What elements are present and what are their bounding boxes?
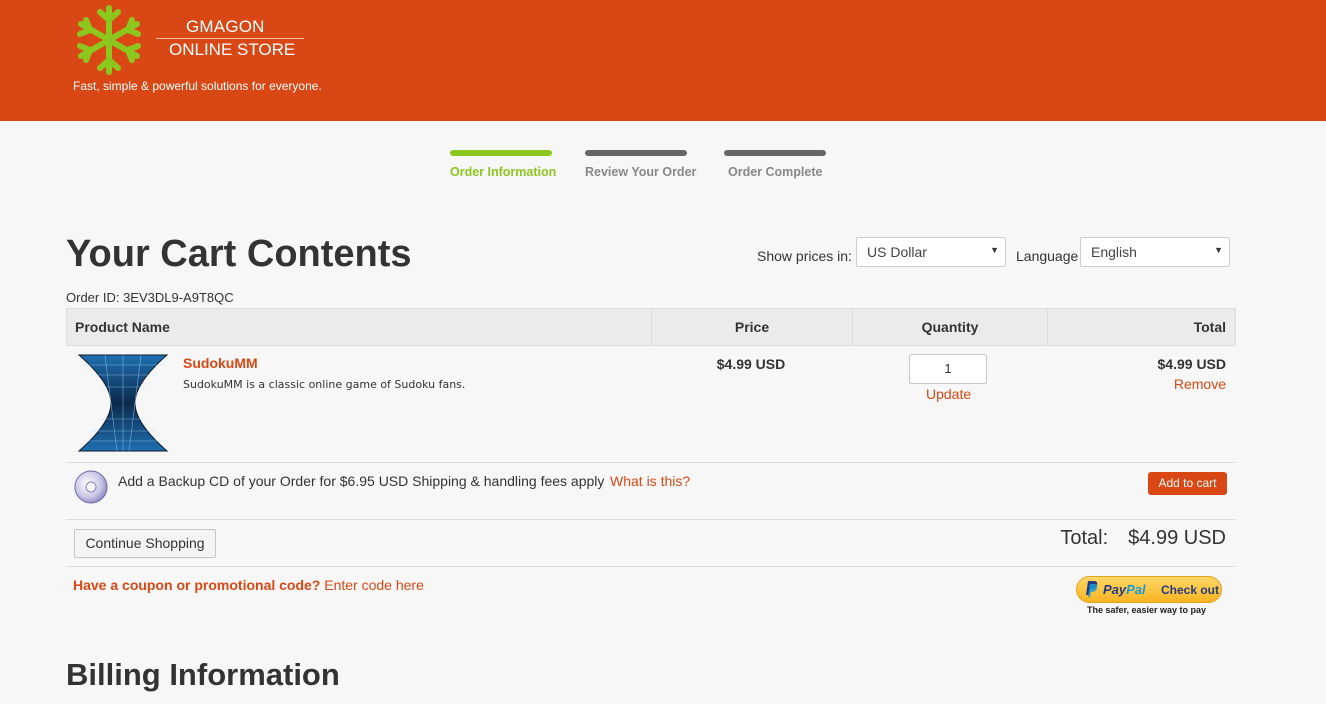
update-link[interactable]: Update: [926, 386, 971, 402]
row-divider: [66, 566, 1236, 567]
step-bar: [724, 150, 826, 156]
step-label: Order Complete: [728, 165, 823, 179]
currency-select[interactable]: US Dollar ▼: [856, 237, 1006, 267]
what-is-this-link[interactable]: What is this?: [610, 473, 690, 489]
order-id: Order ID: 3EV3DL9-A9T8QC: [66, 290, 234, 305]
currency-label: Show prices in:: [757, 248, 852, 264]
caret-down-icon: ▼: [990, 245, 999, 255]
col-divider: [1047, 309, 1048, 345]
grand-total: Total: $4.99 USD: [1060, 527, 1226, 550]
backup-cd-text: Add a Backup CD of your Order for $6.95 …: [118, 473, 605, 489]
page-title: Your Cart Contents: [66, 233, 412, 275]
paypal-pay: Pay: [1103, 582, 1127, 597]
add-to-cart-button[interactable]: Add to cart: [1148, 472, 1227, 495]
col-quantity: Quantity: [921, 319, 979, 335]
step-label: Review Your Order: [585, 165, 697, 179]
row-divider: [66, 519, 1236, 520]
paypal-checkout-button[interactable]: PayPal Check out: [1076, 576, 1222, 603]
brand-tagline: Fast, simple & powerful solutions for ev…: [73, 79, 322, 93]
language-value: English: [1091, 244, 1137, 260]
coupon-row: Have a coupon or promotional code? Enter…: [73, 577, 424, 593]
step-bar: [585, 150, 687, 156]
quantity-input[interactable]: 1: [909, 354, 987, 384]
product-price: $4.99 USD: [716, 356, 786, 372]
grand-total-value: $4.99 USD: [1128, 527, 1226, 549]
product-thumbnail[interactable]: [77, 353, 169, 453]
product-description: SudokuMM is a classic online game of Sud…: [183, 378, 466, 391]
product-name-link[interactable]: SudokuMM: [183, 355, 258, 371]
cart-table-header: Product Name Price Quantity Total: [66, 308, 1236, 346]
paypal-pal: Pal: [1126, 582, 1146, 597]
language-label: Language: [1016, 248, 1079, 264]
site-header: GMAGON ONLINE STORE Fast, simple & power…: [0, 0, 1326, 121]
brand-name-line2: ONLINE STORE: [169, 40, 296, 59]
grand-total-label: Total:: [1060, 527, 1109, 549]
paypal-checkout-label: Check out: [1161, 583, 1220, 597]
step-label: Order Information: [450, 165, 557, 179]
paypal-tagline: The safer, easier way to pay: [1087, 605, 1207, 615]
enter-code-link[interactable]: Enter code here: [324, 577, 424, 593]
brand-divider: [156, 38, 304, 39]
currency-value: US Dollar: [867, 244, 927, 260]
paypal-logo-icon: [1086, 581, 1098, 597]
billing-title: Billing Information: [66, 657, 340, 692]
col-product-name: Product Name: [75, 319, 170, 335]
col-price: Price: [734, 319, 770, 335]
brand-name-line1: GMAGON: [186, 17, 265, 36]
language-select[interactable]: English ▼: [1080, 237, 1230, 267]
remove-link[interactable]: Remove: [1174, 376, 1226, 392]
coupon-question: Have a coupon or promotional code?: [73, 577, 321, 593]
col-total: Total: [1193, 319, 1226, 335]
snowflake-logo-icon[interactable]: [66, 2, 152, 78]
cd-icon: [74, 470, 108, 504]
step-bar: [450, 150, 552, 156]
caret-down-icon: ▼: [1214, 245, 1223, 255]
continue-shopping-button[interactable]: Continue Shopping: [74, 529, 216, 558]
line-total: $4.99 USD: [1157, 356, 1226, 372]
row-divider: [66, 462, 1236, 463]
paypal-wordmark: PayPal: [1103, 582, 1146, 597]
